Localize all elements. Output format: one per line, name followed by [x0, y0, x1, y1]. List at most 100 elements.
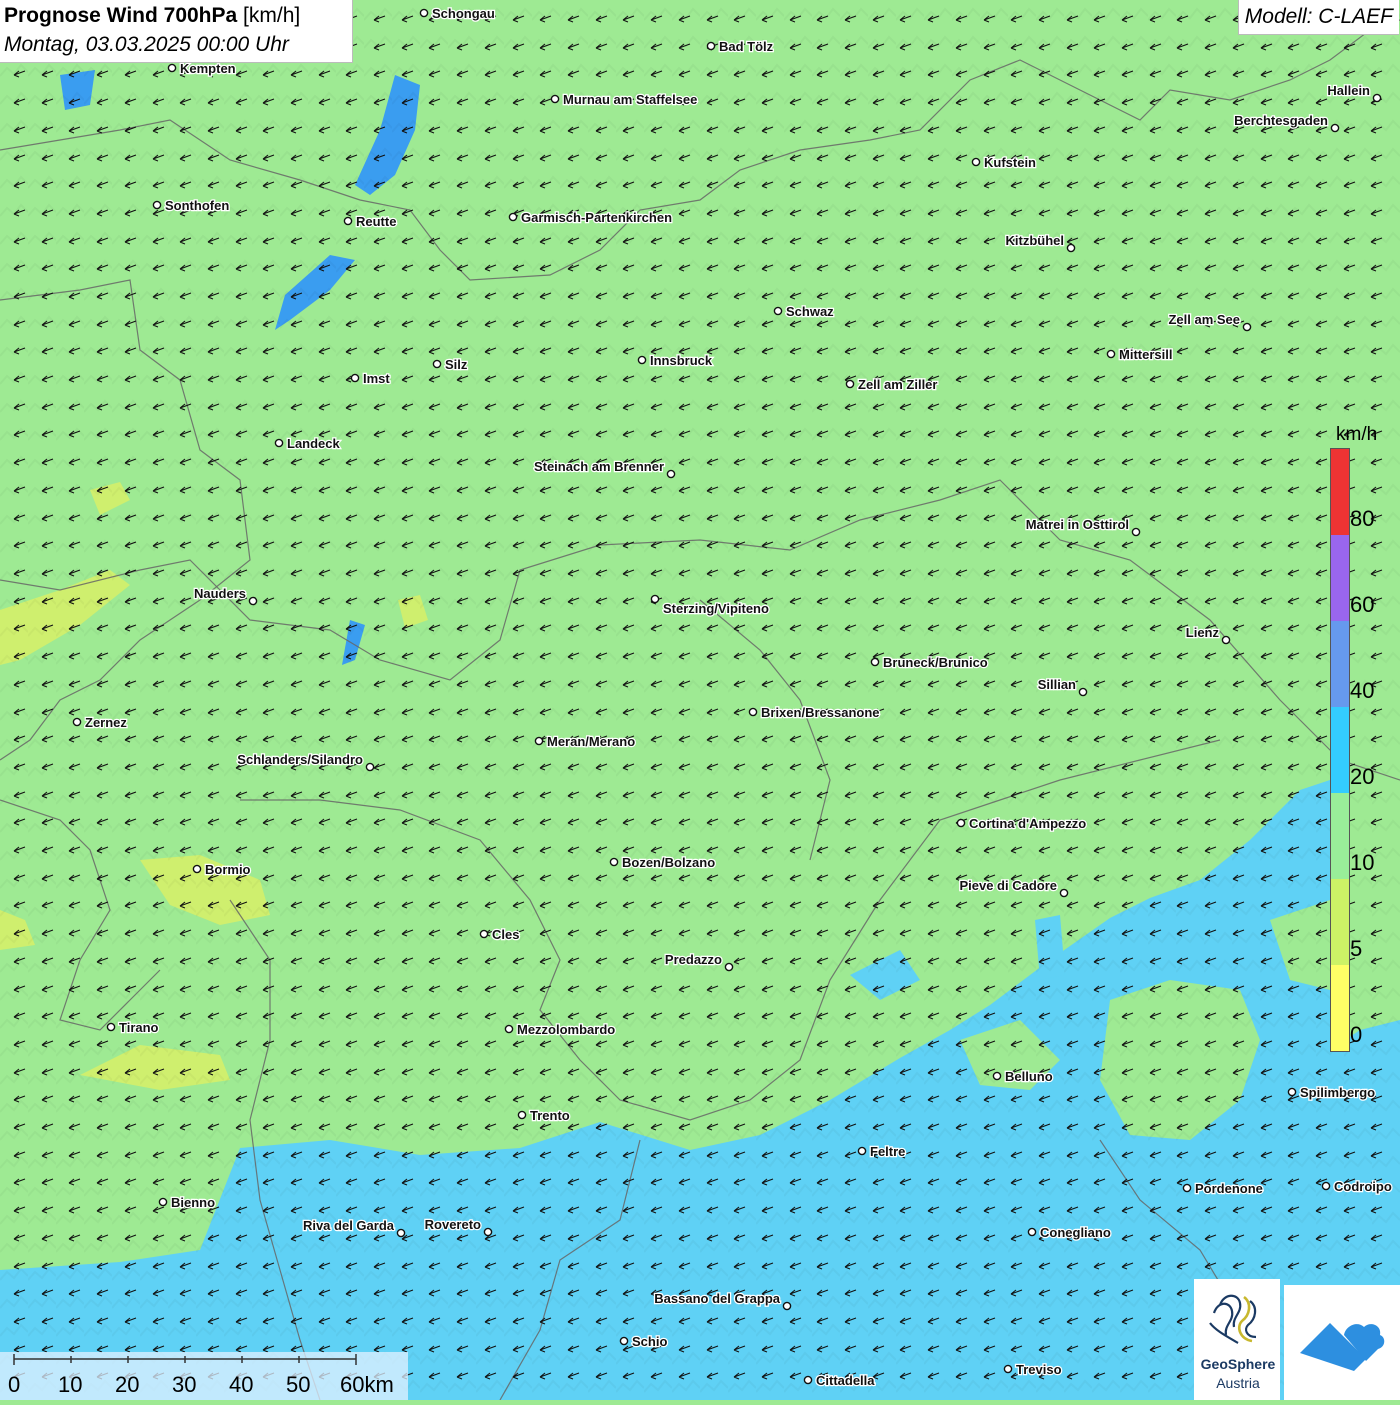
city-marker[interactable]: Mezzolombardo [504, 1021, 617, 1038]
scale-label: 0 [8, 1372, 21, 1397]
legend-label: 0 [1350, 1022, 1363, 1047]
city-label: Landeck [287, 436, 341, 451]
city-marker[interactable]: Innsbruck [637, 352, 714, 369]
city-marker[interactable]: Brixen/Bressanone [748, 704, 881, 721]
city-dot-icon [419, 8, 429, 18]
city-dot-icon [72, 717, 82, 727]
city-label: Bozen/Bolzano [622, 855, 715, 870]
city-dot-icon [666, 469, 676, 479]
app-logo[interactable] [1284, 1285, 1400, 1400]
city-dot-icon [517, 1110, 527, 1120]
city-dot-icon [534, 736, 544, 746]
city-label: Feltre [870, 1144, 905, 1159]
city-dot-icon [106, 1022, 116, 1032]
city-marker[interactable]: Garmisch-Partenkirchen [508, 209, 673, 226]
city-marker[interactable]: Meran/Merano [534, 733, 636, 750]
city-dot-icon [1221, 635, 1231, 645]
city-dot-icon [857, 1146, 867, 1156]
geosphere-logo-icon [1209, 1294, 1257, 1344]
city-dot-icon [870, 657, 880, 667]
city-label: Kufstein [984, 155, 1036, 170]
city-label: Belluno [1005, 1069, 1053, 1084]
legend-swatch [1331, 449, 1349, 535]
legend-swatch [1331, 965, 1349, 1051]
city-dot-icon [609, 857, 619, 867]
map-title-main: Prognose Wind 700hPa [4, 4, 238, 27]
map-title: Prognose Wind 700hPa [km/h] [4, 4, 300, 28]
legend-label: 60 [1350, 592, 1375, 617]
city-dot-icon [479, 929, 489, 939]
city-dot-icon [619, 1336, 629, 1346]
scale-label: 20 [115, 1372, 140, 1397]
city-marker[interactable]: Bozen/Bolzano [609, 854, 716, 871]
city-dot-icon [724, 962, 734, 972]
city-marker[interactable]: Conegliano [1027, 1224, 1112, 1241]
city-dot-icon [192, 864, 202, 874]
city-dot-icon [432, 359, 442, 369]
city-label: Mezzolombardo [517, 1022, 615, 1037]
city-marker[interactable]: Cortina d'Ampezzo [956, 815, 1088, 832]
map-title-unit: [km/h] [243, 4, 301, 27]
city-marker[interactable]: Spilimbergo [1287, 1084, 1376, 1101]
city-dot-icon [971, 157, 981, 167]
city-label: Bad Tölz [719, 39, 774, 54]
city-marker[interactable]: Bruneck/Brunico [870, 654, 989, 671]
city-label: Sillian [1038, 677, 1076, 692]
city-marker[interactable]: Sonthofen [152, 197, 231, 214]
legend-label: 20 [1350, 764, 1375, 789]
city-marker[interactable]: Schongau [419, 5, 496, 22]
legend-swatch [1331, 707, 1349, 793]
wind-map[interactable]: Schongau Bad Tölz Kempten Murnau am Staffel… [0, 0, 1400, 1400]
city-label: Schio [632, 1334, 667, 1349]
scale-label: 30 [172, 1372, 197, 1397]
city-marker[interactable]: Zell am Ziller [845, 376, 939, 393]
forecast-date: Montag, 03.03.2025 00:00 Uhr [4, 33, 289, 56]
city-label: Schlanders/Silandro [237, 752, 363, 767]
city-dot-icon [748, 707, 758, 717]
city-label: Schwaz [786, 304, 834, 319]
city-dot-icon [152, 200, 162, 210]
city-label: Sterzing/Vipiteno [663, 601, 769, 616]
city-label: Zell am Ziller [858, 377, 937, 392]
legend-label: 5 [1350, 936, 1363, 961]
city-dot-icon [782, 1301, 792, 1311]
city-dot-icon [992, 1071, 1002, 1081]
scale-label: 10 [58, 1372, 83, 1397]
city-dot-icon [365, 762, 375, 772]
city-label: Tirano [119, 1020, 159, 1035]
city-dot-icon [504, 1024, 514, 1034]
city-label: Pieve di Cadore [959, 878, 1057, 893]
legend-swatch [1331, 879, 1349, 965]
city-marker[interactable]: Murnau am Staffelsee [550, 91, 699, 108]
city-label: Bruneck/Brunico [883, 655, 988, 670]
city-dot-icon [650, 594, 660, 604]
city-dot-icon [1027, 1227, 1037, 1237]
scale-label: 40 [229, 1372, 254, 1397]
city-dot-icon [637, 355, 647, 365]
city-dot-icon [396, 1228, 406, 1238]
city-dot-icon [1078, 687, 1088, 697]
city-dot-icon [1131, 527, 1141, 537]
city-dot-icon [845, 379, 855, 389]
city-label: Reutte [356, 214, 396, 229]
city-label: Cittadella [816, 1373, 875, 1388]
city-label: Brixen/Bressanone [761, 705, 880, 720]
city-dot-icon [350, 373, 360, 383]
city-dot-icon [1330, 123, 1340, 133]
city-marker[interactable]: Cittadella [803, 1372, 877, 1389]
city-dot-icon [1059, 888, 1069, 898]
city-label: Conegliano [1040, 1225, 1111, 1240]
city-label: Treviso [1016, 1362, 1062, 1377]
city-marker[interactable]: Pordenone [1182, 1180, 1264, 1197]
city-dot-icon [248, 596, 258, 606]
city-dot-icon [508, 212, 518, 222]
legend-unit: km/h [1336, 424, 1378, 445]
city-dot-icon [167, 63, 177, 73]
city-label: Sonthofen [165, 198, 229, 213]
legend-label: 10 [1350, 850, 1375, 875]
city-dot-icon [550, 94, 560, 104]
city-dot-icon [483, 1227, 493, 1237]
city-label: Spilimbergo [1300, 1085, 1375, 1100]
city-label: Hallein [1327, 83, 1370, 98]
city-dot-icon [158, 1197, 168, 1207]
